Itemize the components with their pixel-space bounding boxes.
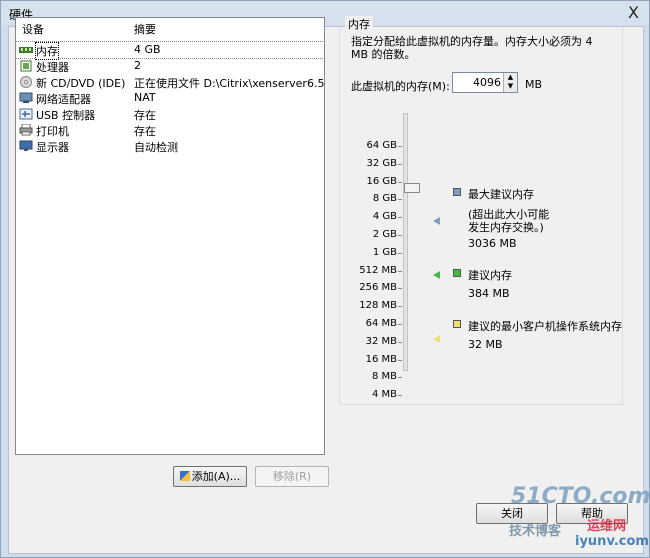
device-summary: 4 GB — [134, 43, 161, 56]
scale-label: 8 MB — [371, 371, 397, 383]
watermark-yunwei: 运维网 — [587, 519, 627, 534]
device-list: 设备 摘要 内存 4 GB 处理器 2 新 CD/DVD (IDE) 正在使用文… — [15, 17, 325, 455]
scale-label: 16 GB — [366, 175, 397, 187]
device-summary: NAT — [134, 91, 156, 104]
device-row-printer[interactable]: 打印机 存在 — [16, 122, 324, 138]
add-button-label: 添加(A)... — [191, 470, 241, 483]
scale-label: 512 MB — [359, 264, 397, 276]
processor-icon — [20, 60, 32, 72]
max-legend-swatch — [453, 188, 461, 196]
memory-unit: MB — [525, 78, 543, 91]
memory-spinbox[interactable]: 4096 ▲ ▼ — [452, 72, 518, 93]
memory-icon — [19, 47, 33, 53]
usb-icon — [19, 108, 33, 120]
recommended-legend-swatch — [453, 269, 461, 277]
device-row-usb[interactable]: USB 控制器 存在 — [16, 106, 324, 122]
device-summary: 2 — [134, 59, 141, 72]
scale-tick — [398, 306, 402, 308]
device-name: 打印机 — [36, 125, 69, 138]
hardware-dialog: 硬件 X 设备 摘要 内存 4 GB 处理器 2 新 CD/DVD (IDE) … — [0, 0, 650, 558]
minimum-marker — [433, 335, 440, 343]
scale-tick — [398, 324, 402, 325]
scale-tick — [398, 288, 402, 290]
scale-tick — [398, 341, 402, 343]
remove-button[interactable]: 移除(R) — [255, 466, 329, 487]
scale-label: 64 GB — [366, 140, 397, 151]
scale-label: 128 MB — [359, 300, 397, 312]
scale-label: 16 MB — [365, 353, 397, 365]
scale-tick — [398, 181, 402, 183]
scale-label: 32 MB — [365, 335, 397, 347]
scale-label: 256 MB — [359, 282, 397, 294]
minimum-legend-title: 建议的最小客户机操作系统内存 — [468, 320, 622, 333]
max-legend-value: 3036 MB — [468, 237, 517, 250]
memory-description: 指定分配给此虚拟机的内存量。内存大小必须为 4 MB 的倍数。 — [351, 35, 593, 61]
column-header-summary[interactable]: 摘要 — [134, 21, 156, 37]
scale-tick — [398, 377, 402, 379]
spin-down-button[interactable]: ▼ — [503, 82, 517, 92]
device-summary: 存在 — [134, 125, 156, 138]
printer-icon — [19, 124, 33, 136]
device-row-processor[interactable]: 处理器 2 — [16, 58, 324, 74]
device-name: 内存 — [35, 42, 59, 60]
device-row-memory[interactable]: 内存 4 GB — [15, 41, 325, 60]
scale-label: 32 GB — [366, 157, 397, 169]
scale-label: 4 GB — [372, 211, 397, 223]
memory-slider-track[interactable] — [403, 113, 408, 371]
scale-label: 8 GB — [372, 193, 397, 205]
device-row-network[interactable]: 网络适配器 NAT — [16, 90, 324, 106]
device-name: USB 控制器 — [36, 109, 96, 122]
memory-slider-thumb[interactable] — [404, 183, 420, 193]
watermark-blog: 技术博客 — [509, 524, 562, 539]
device-name: 处理器 — [36, 61, 69, 74]
device-name: 网络适配器 — [36, 93, 91, 106]
scale-label: 64 MB — [365, 318, 397, 329]
scale-tick — [398, 359, 402, 361]
recommended-marker — [433, 271, 440, 279]
watermark-iyunv: iyunv.com — [575, 534, 649, 549]
memory-value[interactable]: 4096 — [473, 76, 501, 89]
watermark-51cto: 51CTO.com — [511, 484, 650, 509]
display-icon — [19, 140, 33, 151]
scale-label: 4 MB — [371, 389, 397, 401]
scale-tick — [398, 235, 402, 236]
cd-dvd-icon — [20, 76, 32, 88]
scale-tick — [398, 163, 402, 165]
close-icon[interactable]: X — [628, 3, 639, 22]
scale-tick — [398, 146, 402, 147]
scale-label: 1 GB — [372, 246, 397, 258]
device-summary: 存在 — [134, 109, 156, 122]
device-summary: 自动检测 — [134, 141, 178, 154]
scale-tick — [398, 199, 402, 201]
device-list-header: 设备 摘要 — [16, 18, 324, 36]
max-legend-note-2: 发生内存交换。) — [468, 221, 544, 234]
scale-tick — [398, 217, 402, 219]
scale-tick — [398, 270, 402, 272]
device-name: 新 CD/DVD (IDE) — [36, 77, 126, 90]
device-row-display[interactable]: 显示器 自动检测 — [16, 138, 324, 154]
scale-tick — [398, 252, 402, 254]
recommended-legend-title: 建议内存 — [468, 269, 512, 282]
network-adapter-icon — [19, 92, 33, 103]
scale-label: 2 GB — [372, 229, 397, 240]
add-button[interactable]: 添加(A)... — [173, 466, 247, 487]
device-name: 显示器 — [36, 141, 69, 154]
shield-icon — [179, 471, 190, 481]
memory-field-label: 此虚拟机的内存(M): — [351, 80, 450, 93]
memory-group-title: 内存 — [345, 16, 373, 32]
max-legend-title: 最大建议内存 — [468, 188, 534, 201]
minimum-legend-value: 32 MB — [468, 338, 503, 351]
device-row-cd-dvd[interactable]: 新 CD/DVD (IDE) 正在使用文件 D:\Citrix\xenserve… — [16, 74, 324, 90]
device-summary: 正在使用文件 D:\Citrix\xenserver6.5... — [134, 77, 324, 90]
recommended-legend-value: 384 MB — [468, 287, 510, 300]
max-recommended-marker — [433, 217, 440, 225]
column-header-device[interactable]: 设备 — [22, 21, 44, 37]
minimum-legend-swatch — [453, 320, 461, 328]
scale-tick — [398, 395, 402, 397]
